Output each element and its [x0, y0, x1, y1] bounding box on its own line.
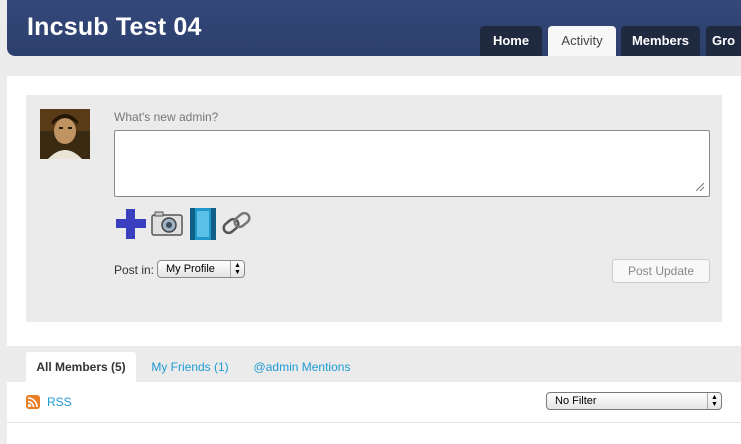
- divider: [7, 422, 741, 423]
- select-arrows-icon: ▲ ▼: [707, 393, 721, 409]
- resize-grip-icon[interactable]: [694, 181, 704, 191]
- whats-new-prompt: What's new admin?: [114, 110, 219, 124]
- select-arrows-icon: ▲ ▼: [230, 261, 244, 277]
- whats-new-textarea[interactable]: [114, 130, 710, 197]
- whats-new-form: What's new admin? Post in: My Profile ▲ …: [26, 95, 722, 322]
- nav-tab-home[interactable]: Home: [480, 26, 542, 56]
- rss-icon: [26, 395, 40, 409]
- post-in-label: Post in:: [114, 263, 155, 277]
- nav-tab-groups[interactable]: Gro: [706, 26, 741, 56]
- post-in-select[interactable]: My Profile ▲ ▼: [157, 260, 245, 278]
- site-header: Incsub Test 04 Home Activity Members Gro: [7, 0, 741, 56]
- tab-my-friends[interactable]: My Friends (1): [147, 352, 233, 382]
- post-in-select-value: My Profile: [166, 263, 215, 275]
- nav-tab-members[interactable]: Members: [621, 26, 700, 56]
- activity-filter-select[interactable]: No Filter ▲ ▼: [546, 392, 722, 410]
- main-content: What's new admin? Post in: My Profile ▲ …: [7, 76, 741, 444]
- post-update-button[interactable]: Post Update: [612, 259, 710, 283]
- tab-all-members[interactable]: All Members (5): [26, 352, 136, 382]
- rss-label: RSS: [47, 395, 72, 409]
- tab-admin-mentions[interactable]: @admin Mentions: [250, 352, 354, 382]
- avatar[interactable]: [40, 109, 90, 159]
- film-icon[interactable]: [186, 207, 220, 241]
- item-tabs: All Members (5) My Friends (1) @admin Me…: [7, 346, 741, 382]
- nav-tab-activity[interactable]: Activity: [548, 26, 616, 56]
- filter-select-value: No Filter: [555, 395, 597, 407]
- camera-icon[interactable]: [150, 207, 184, 241]
- link-icon[interactable]: [220, 207, 254, 241]
- site-title[interactable]: Incsub Test 04: [27, 13, 202, 42]
- add-icon[interactable]: [114, 207, 148, 241]
